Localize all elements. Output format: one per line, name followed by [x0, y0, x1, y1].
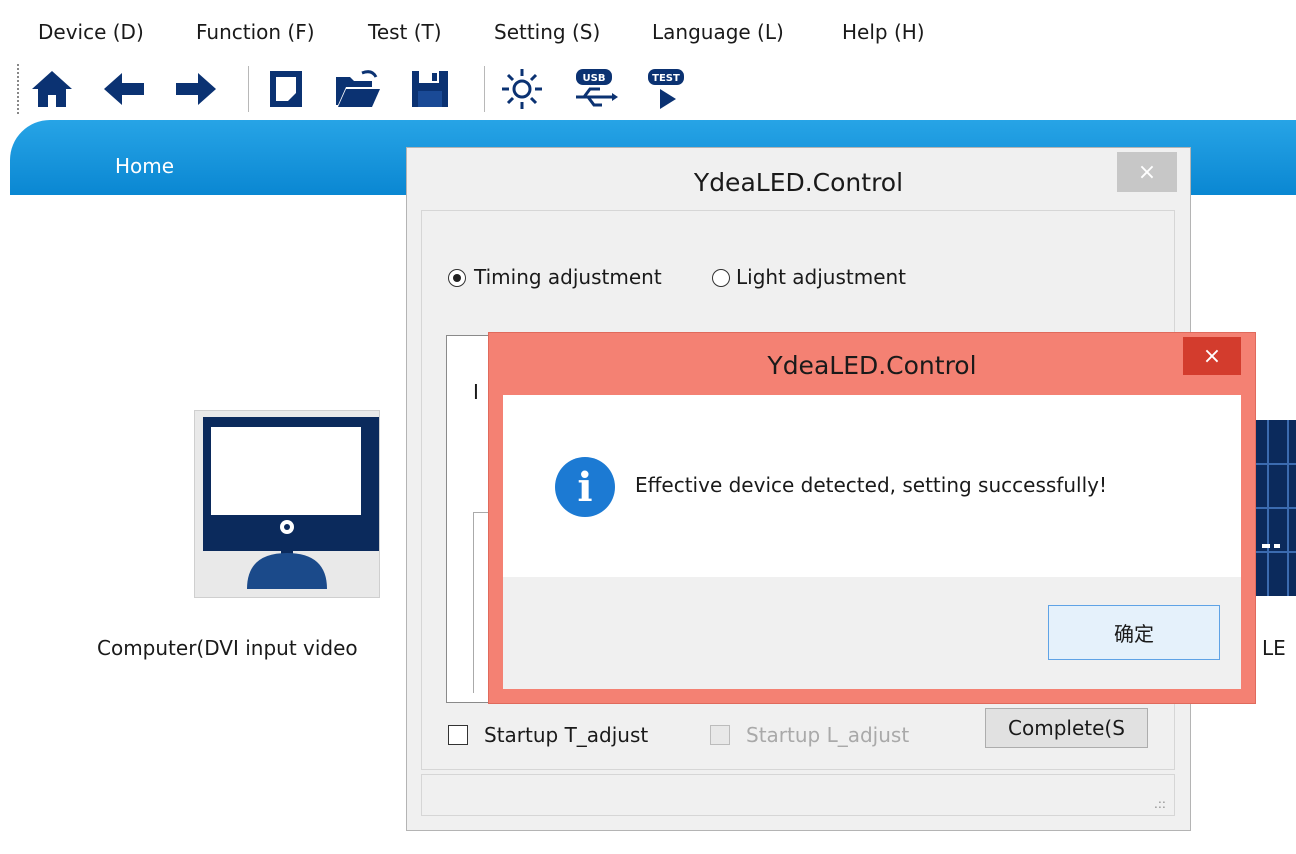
home-icon	[32, 71, 72, 107]
light-adjustment-radio[interactable]	[712, 269, 730, 287]
toolbar-separator	[484, 66, 485, 112]
test-button[interactable]: TEST	[642, 64, 690, 114]
message-footer: 确定	[503, 577, 1241, 689]
menu-bar: Device (D) Function (F) Test (T) Setting…	[0, 0, 1296, 60]
resize-grip-icon[interactable]: .::	[1154, 797, 1168, 811]
led-screen-tile[interactable]	[1252, 420, 1296, 596]
new-file-icon	[270, 71, 302, 107]
startup-l-adjust-label: Startup L_adjust	[746, 723, 910, 747]
complete-button[interactable]: Complete(S	[985, 708, 1148, 748]
group-text: I	[473, 380, 479, 404]
toolbar-separator	[248, 66, 249, 112]
svg-text:USB: USB	[583, 73, 606, 84]
monitor-icon	[203, 417, 379, 589]
message-content: i Effective device detected, setting suc…	[503, 395, 1241, 577]
toolbar-grip[interactable]	[17, 64, 19, 114]
save-icon	[412, 71, 448, 107]
computer-device-tile[interactable]	[194, 410, 380, 598]
info-glyph: i	[577, 463, 593, 511]
startup-t-adjust-label[interactable]: Startup T_adjust	[484, 723, 648, 747]
led-grid-icon	[1252, 420, 1296, 596]
toolbar: USB TEST	[0, 60, 1296, 118]
computer-label: Computer(DVI input video	[97, 636, 358, 660]
ok-button[interactable]: 确定	[1048, 605, 1220, 660]
menu-help[interactable]: Help (H)	[842, 20, 925, 44]
message-close-button[interactable]: ×	[1183, 337, 1241, 375]
timing-adjustment-radio[interactable]	[448, 269, 466, 287]
close-button[interactable]: ×	[1117, 152, 1177, 192]
startup-l-adjust-checkbox	[710, 725, 730, 745]
status-bar: .::	[421, 774, 1175, 816]
open-folder-icon	[336, 70, 380, 107]
dialog-title: YdeaLED.Control	[693, 168, 904, 197]
menu-test[interactable]: Test (T)	[368, 20, 442, 44]
close-icon: ×	[1202, 343, 1222, 369]
menu-language[interactable]: Language (L)	[652, 20, 784, 44]
menu-device[interactable]: Device (D)	[38, 20, 144, 44]
message-dialog: YdeaLED.Control × i Effective device det…	[488, 332, 1256, 704]
brightness-button[interactable]	[498, 64, 546, 114]
arrow-left-icon	[104, 73, 144, 105]
close-icon: ×	[1137, 159, 1157, 185]
forward-button[interactable]	[172, 64, 220, 114]
message-dialog-title: YdeaLED.Control	[767, 351, 977, 380]
tab-home[interactable]: Home	[115, 154, 174, 178]
timing-adjustment-label[interactable]: Timing adjustment	[474, 265, 662, 289]
new-button[interactable]	[262, 64, 310, 114]
arrow-right-icon	[176, 73, 216, 105]
svg-text:TEST: TEST	[652, 73, 680, 84]
message-text: Effective device detected, setting succe…	[635, 473, 1107, 497]
save-button[interactable]	[406, 64, 454, 114]
home-button[interactable]	[28, 64, 76, 114]
menu-setting[interactable]: Setting (S)	[494, 20, 600, 44]
open-button[interactable]	[334, 64, 382, 114]
led-label: LE	[1262, 636, 1286, 660]
startup-t-adjust-checkbox[interactable]	[448, 725, 468, 745]
light-adjustment-label[interactable]: Light adjustment	[736, 265, 906, 289]
info-icon: i	[555, 457, 615, 517]
menu-function[interactable]: Function (F)	[196, 20, 315, 44]
usb-button[interactable]: USB	[570, 64, 618, 114]
brightness-icon	[502, 69, 542, 109]
test-icon: TEST	[648, 69, 684, 109]
back-button[interactable]	[100, 64, 148, 114]
usb-icon: USB	[576, 69, 618, 107]
